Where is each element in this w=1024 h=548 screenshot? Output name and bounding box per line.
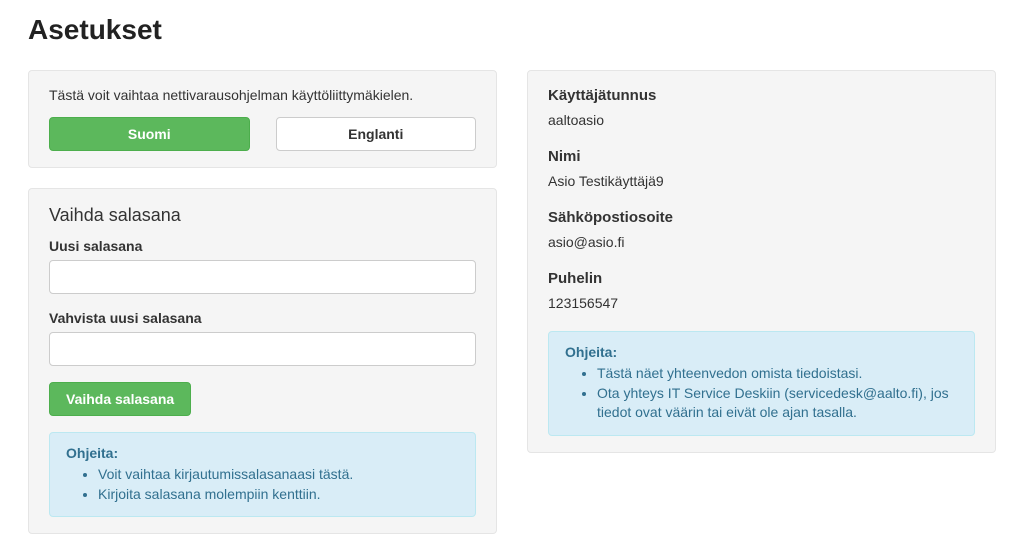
user-info-panel: Käyttäjätunnus aaltoasio Nimi Asio Testi…	[527, 70, 996, 453]
change-password-button[interactable]: Vaihda salasana	[49, 382, 191, 416]
page-title: Asetukset	[28, 14, 996, 46]
phone-label: Puhelin	[548, 270, 975, 287]
lang-fi-button[interactable]: Suomi	[49, 117, 250, 151]
name-value: Asio Testikäyttäjä9	[548, 173, 975, 189]
user-help-item: Ota yhteys IT Service Deskiin (servicede…	[597, 384, 958, 423]
confirm-password-label: Vahvista uusi salasana	[49, 310, 476, 326]
password-panel: Vaihda salasana Uusi salasana Vahvista u…	[28, 188, 497, 534]
password-help-item: Kirjoita salasana molempiin kenttiin.	[98, 485, 459, 505]
username-value: aaltoasio	[548, 112, 975, 128]
username-label: Käyttäjätunnus	[548, 87, 975, 104]
phone-value: 123156547	[548, 295, 975, 311]
language-panel: Tästä voit vaihtaa nettivarausohjelman k…	[28, 70, 497, 168]
new-password-input[interactable]	[49, 260, 476, 294]
user-help-item: Tästä näet yhteenvedon omista tiedoistas…	[597, 364, 958, 384]
password-help-item: Voit vaihtaa kirjautumissalasanaasi täst…	[98, 465, 459, 485]
password-help-title: Ohjeita:	[66, 445, 118, 461]
confirm-password-input[interactable]	[49, 332, 476, 366]
password-title: Vaihda salasana	[49, 205, 476, 226]
password-help-box: Ohjeita: Voit vaihtaa kirjautumissalasan…	[49, 432, 476, 517]
user-help-title: Ohjeita:	[565, 344, 617, 360]
lang-en-button[interactable]: Englanti	[276, 117, 477, 151]
language-note: Tästä voit vaihtaa nettivarausohjelman k…	[49, 87, 476, 103]
email-label: Sähköpostiosoite	[548, 209, 975, 226]
user-help-box: Ohjeita: Tästä näet yhteenvedon omista t…	[548, 331, 975, 436]
new-password-label: Uusi salasana	[49, 238, 476, 254]
name-label: Nimi	[548, 148, 975, 165]
email-value: asio@asio.fi	[548, 234, 975, 250]
